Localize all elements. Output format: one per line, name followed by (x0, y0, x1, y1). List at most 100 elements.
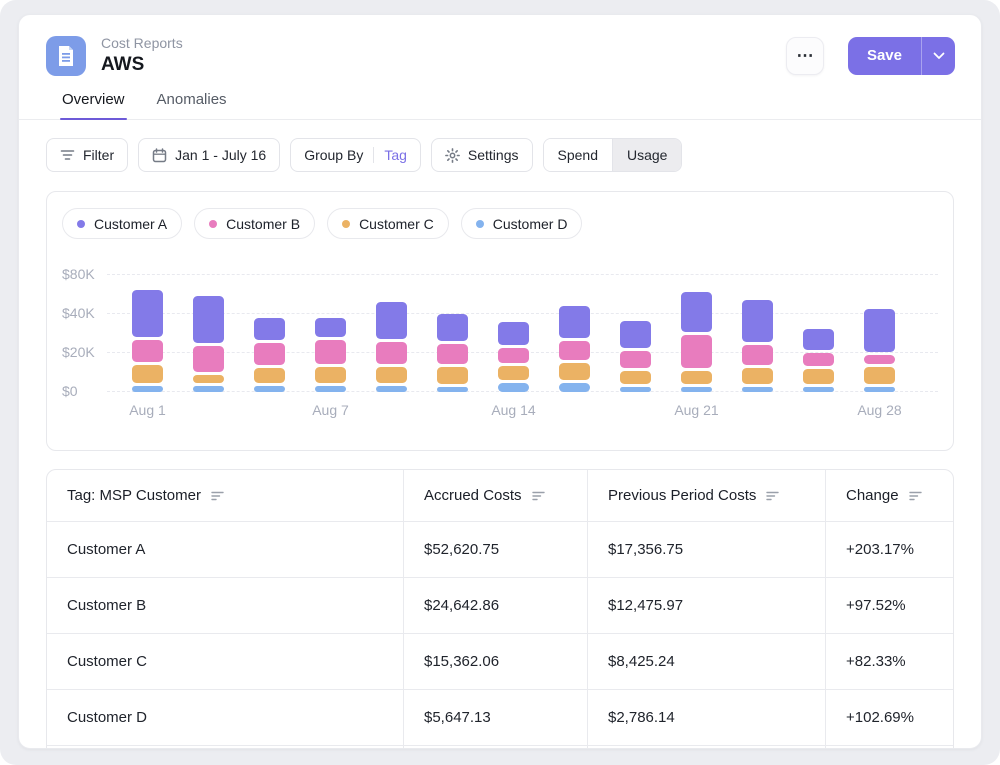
cell-accrued-costs: $5,647.13 (403, 690, 587, 745)
bar-segment-customer-d[interactable] (376, 386, 407, 392)
bar-segment-customer-a[interactable] (376, 302, 407, 339)
bar-segment-customer-a[interactable] (620, 321, 651, 348)
bar-segment-customer-b[interactable] (437, 344, 468, 364)
tab-overview[interactable]: Overview (62, 91, 125, 119)
bar-segment-customer-c[interactable] (498, 366, 529, 380)
bar-segment-customer-a[interactable] (193, 296, 224, 343)
filter-button[interactable]: Filter (46, 138, 128, 172)
legend-item-customer-d[interactable]: Customer D (461, 208, 583, 239)
bar-segment-customer-a[interactable] (864, 309, 895, 352)
bar-segment-customer-c[interactable] (864, 367, 895, 384)
stacked-bar[interactable] (132, 252, 163, 392)
save-dropdown-button[interactable] (921, 37, 955, 75)
table-row[interactable]: Customer C $15,362.06 $8,425.24 +82.33% (47, 633, 953, 689)
bar-segment-customer-a[interactable] (559, 306, 590, 338)
column-header-accrued[interactable]: Accrued Costs (403, 470, 587, 521)
bar-segment-customer-c[interactable] (437, 367, 468, 384)
bar-segment-customer-c[interactable] (132, 365, 163, 383)
y-tick-label: $0 (62, 383, 78, 399)
bar-segment-customer-c[interactable] (193, 375, 224, 383)
settings-button[interactable]: Settings (431, 138, 533, 172)
table-row[interactable]: Customer B $24,642.86 $12,475.97 +97.52% (47, 577, 953, 633)
table-row[interactable]: Customer D $5,647.13 $2,786.14 +102.69% (47, 689, 953, 745)
bar-segment-customer-d[interactable] (437, 387, 468, 392)
bar-segment-customer-b[interactable] (315, 340, 346, 364)
legend-item-customer-b[interactable]: Customer B (194, 208, 315, 239)
bar-segment-customer-b[interactable] (681, 335, 712, 368)
bar-segment-customer-c[interactable] (559, 363, 590, 380)
bar-segment-customer-b[interactable] (254, 343, 285, 365)
stacked-bar[interactable] (254, 252, 285, 392)
column-header-change[interactable]: Change (825, 470, 953, 521)
bar-segment-customer-a[interactable] (437, 314, 468, 341)
bar-segment-customer-d[interactable] (254, 386, 285, 392)
stacked-bar[interactable] (803, 252, 834, 392)
bar-segment-customer-d[interactable] (681, 387, 712, 392)
stacked-bar[interactable] (681, 252, 712, 392)
bar-segment-customer-c[interactable] (254, 368, 285, 383)
bar-segment-customer-a[interactable] (254, 318, 285, 340)
bar-segment-customer-b[interactable] (498, 348, 529, 363)
stacked-bar[interactable] (559, 252, 590, 392)
spend-usage-toggle: Spend Usage (543, 138, 683, 172)
cell-previous-costs: $8,425.24 (587, 634, 825, 689)
bar-segment-customer-a[interactable] (315, 318, 346, 337)
bar-segment-customer-d[interactable] (620, 387, 651, 392)
bar-segment-customer-b[interactable] (864, 355, 895, 364)
bar-segment-customer-c[interactable] (315, 367, 346, 383)
legend-item-customer-a[interactable]: Customer A (62, 208, 182, 239)
sort-icon[interactable] (211, 491, 224, 501)
stacked-bar[interactable] (498, 252, 529, 392)
save-split-button[interactable]: Save (848, 37, 955, 75)
bar-segment-customer-c[interactable] (681, 371, 712, 384)
bar-segment-customer-a[interactable] (742, 300, 773, 342)
bar-segment-customer-b[interactable] (620, 351, 651, 368)
table-row[interactable]: Customer A $52,620.75 $17,356.75 +203.17… (47, 521, 953, 577)
sort-icon[interactable] (766, 491, 779, 501)
toggle-usage[interactable]: Usage (612, 139, 681, 171)
bar-segment-customer-b[interactable] (193, 346, 224, 372)
bar-segment-customer-a[interactable] (498, 322, 529, 345)
bar-segment-customer-b[interactable] (376, 342, 407, 364)
bar-segment-customer-b[interactable] (742, 345, 773, 365)
stacked-bar[interactable] (864, 252, 895, 392)
table-row-partial (47, 745, 953, 749)
date-range-button[interactable]: Jan 1 - July 16 (138, 138, 280, 172)
stacked-bar[interactable] (742, 252, 773, 392)
save-button[interactable]: Save (848, 37, 921, 75)
legend-item-customer-c[interactable]: Customer C (327, 208, 449, 239)
x-tick-label: Aug 28 (857, 402, 901, 418)
more-options-button[interactable]: ⋯ (786, 37, 824, 75)
toggle-spend[interactable]: Spend (544, 139, 612, 171)
sort-icon[interactable] (909, 491, 922, 501)
bar-segment-customer-d[interactable] (132, 386, 163, 392)
bar-segment-customer-b[interactable] (803, 353, 834, 366)
column-header-previous[interactable]: Previous Period Costs (587, 470, 825, 521)
bar-segment-customer-d[interactable] (498, 383, 529, 392)
bar-segment-customer-c[interactable] (620, 371, 651, 384)
cell-customer-name: Customer D (47, 690, 403, 745)
bar-segment-customer-d[interactable] (315, 386, 346, 392)
bar-segment-customer-a[interactable] (803, 329, 834, 350)
bar-segment-customer-a[interactable] (681, 292, 712, 332)
bar-segment-customer-b[interactable] (559, 341, 590, 360)
bar-segment-customer-c[interactable] (376, 367, 407, 383)
bar-segment-customer-c[interactable] (803, 369, 834, 384)
bar-segment-customer-d[interactable] (864, 387, 895, 392)
stacked-bar[interactable] (315, 252, 346, 392)
stacked-bar[interactable] (376, 252, 407, 392)
bar-segment-customer-d[interactable] (193, 386, 224, 392)
column-header-tag[interactable]: Tag: MSP Customer (47, 470, 403, 521)
bar-segment-customer-d[interactable] (742, 387, 773, 392)
bar-segment-customer-c[interactable] (742, 368, 773, 384)
stacked-bar[interactable] (437, 252, 468, 392)
bar-segment-customer-d[interactable] (803, 387, 834, 392)
sort-icon[interactable] (532, 491, 545, 501)
stacked-bar[interactable] (193, 252, 224, 392)
bar-segment-customer-b[interactable] (132, 340, 163, 362)
tab-anomalies[interactable]: Anomalies (157, 91, 227, 119)
bar-segment-customer-a[interactable] (132, 290, 163, 337)
bar-segment-customer-d[interactable] (559, 383, 590, 392)
group-by-button[interactable]: Group By Tag (290, 138, 421, 172)
stacked-bar[interactable] (620, 252, 651, 392)
